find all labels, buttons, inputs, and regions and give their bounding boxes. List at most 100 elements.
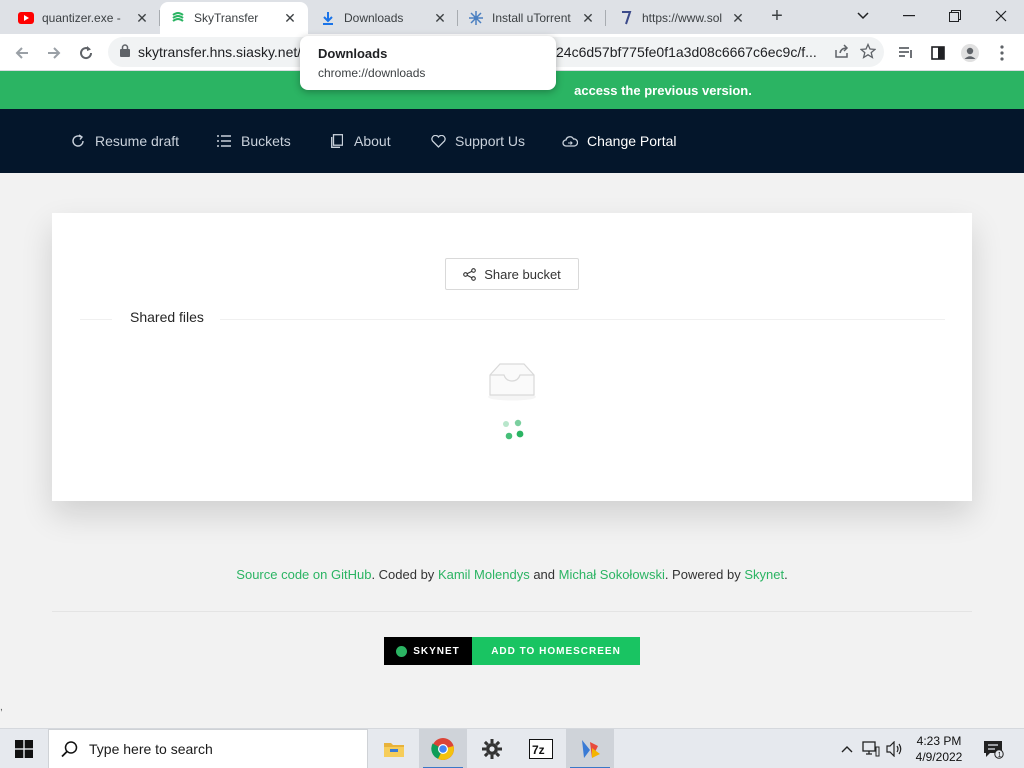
seven-zip-icon[interactable]: 7z <box>517 729 565 768</box>
nav-buckets[interactable]: Buckets <box>216 109 291 173</box>
skytransfer-icon <box>170 10 186 26</box>
skynet-link[interactable]: Skynet <box>744 567 784 582</box>
skynet-logo-icon <box>396 645 408 657</box>
tab-title: SkyTransfer <box>194 11 259 25</box>
tab-hover-card: Downloads chrome://downloads <box>300 36 556 90</box>
windows-taskbar: Type here to search 7z 4:23 PM 4/9/2022 … <box>0 728 1024 768</box>
side-panel-icon[interactable] <box>924 39 952 67</box>
heart-icon <box>430 133 446 149</box>
bucket-card: Share bucket Shared files <box>52 213 972 501</box>
tab-title: Downloads <box>344 11 404 25</box>
shared-files-divider: Shared files <box>80 309 945 331</box>
share-page-icon[interactable] <box>834 43 850 62</box>
restore-button[interactable] <box>932 0 978 32</box>
nav-label: Resume draft <box>95 133 180 149</box>
add-to-homescreen-label: ADD TO HOMESCREEN <box>491 645 621 657</box>
profile-avatar-icon[interactable] <box>956 39 984 67</box>
back-button[interactable] <box>8 39 36 67</box>
footer-credits: Source code on GitHub. Coded by Kamil Mo… <box>0 567 1024 582</box>
author-link-kamil[interactable]: Kamil Molendys <box>438 567 530 582</box>
nav-change-portal[interactable]: Change Portal <box>562 109 677 173</box>
browser-menu-icon[interactable] <box>988 39 1016 67</box>
close-tab-icon[interactable]: ✕ <box>134 10 150 26</box>
bookmark-star-icon[interactable] <box>859 42 877 62</box>
page-icon <box>618 10 634 26</box>
reload-button[interactable] <box>72 39 100 67</box>
close-tab-icon[interactable]: ✕ <box>730 10 746 26</box>
nav-support-us[interactable]: Support Us <box>430 109 525 173</box>
forward-button[interactable] <box>40 39 68 67</box>
taskbar-clock[interactable]: 4:23 PM 4/9/2022 <box>908 733 970 765</box>
nav-resume-draft[interactable]: Resume draft <box>70 109 179 173</box>
copy-icon <box>329 133 345 149</box>
reading-list-icon[interactable] <box>892 39 920 67</box>
page-mark: , <box>0 702 3 713</box>
clock-time: 4:23 PM <box>916 734 962 748</box>
nav-label: About <box>354 133 391 149</box>
tab-skytransfer[interactable]: SkyTransfer ✕ <box>160 2 308 34</box>
search-icon <box>61 740 79 758</box>
credits-text: . <box>784 567 788 582</box>
loading-spinner-icon <box>500 418 526 444</box>
site-nav: Resume draft Buckets About Support Us Ch… <box>0 109 1024 173</box>
download-icon <box>320 10 336 26</box>
taskbar-search-box[interactable]: Type here to search <box>48 729 368 768</box>
url-tail: 24c6d57bf775fe0f1a3d08c6667c6ec9c/f... <box>556 44 817 60</box>
credits-text: . Coded by <box>371 567 438 582</box>
skynet-badge-label: SKYNET <box>384 637 472 665</box>
youtube-icon <box>18 10 34 26</box>
refresh-icon <box>70 133 86 149</box>
tab-quantizer[interactable]: quantizer.exe - ✕ <box>8 2 160 34</box>
chrome-taskbar-icon[interactable] <box>419 729 467 768</box>
tab-title: Install uTorrent <box>492 11 571 25</box>
nav-label: Buckets <box>241 133 291 149</box>
close-tab-icon[interactable]: ✕ <box>580 10 596 26</box>
close-window-button[interactable] <box>978 0 1024 32</box>
tab-title: quantizer.exe - <box>42 11 121 25</box>
hover-card-title: Downloads <box>318 46 388 61</box>
close-tab-icon[interactable]: ✕ <box>432 10 448 26</box>
add-to-homescreen-button[interactable]: ADD TO HOMESCREEN <box>472 637 640 665</box>
start-button[interactable] <box>0 729 48 768</box>
nav-label: Change Portal <box>587 133 677 149</box>
new-tab-button[interactable]: + <box>766 6 788 28</box>
tab-utorrent[interactable]: Install uTorrent ✕ <box>458 2 606 34</box>
github-source-link[interactable]: Source code on GitHub <box>236 567 371 582</box>
nav-label: Support Us <box>455 133 526 149</box>
shared-files-heading: Shared files <box>130 309 204 325</box>
notification-center-icon[interactable]: 1 <box>978 729 1008 768</box>
volume-icon[interactable] <box>884 729 906 768</box>
share-bucket-label: Share bucket <box>484 266 561 282</box>
search-placeholder: Type here to search <box>89 741 213 757</box>
tab-downloads[interactable]: Downloads ✕ <box>310 2 458 34</box>
clock-date: 4/9/2022 <box>915 750 963 764</box>
skynet-homescreen-badge[interactable]: SKYNET ADD TO HOMESCREEN <box>384 637 640 665</box>
banner-text[interactable]: access the previous version. <box>574 83 752 98</box>
share-icon <box>463 267 477 281</box>
utorrent-icon <box>468 10 484 26</box>
list-icon <box>216 133 232 149</box>
tab-sol[interactable]: https://www.sol ✕ <box>608 2 756 34</box>
show-hidden-icons-chevron-icon[interactable] <box>836 729 858 768</box>
windows-logo-icon <box>15 740 33 758</box>
browser-tab-strip: quantizer.exe - ✕ SkyTransfer ✕ Download… <box>0 0 1024 34</box>
app-taskbar-icon[interactable] <box>566 729 614 768</box>
close-tab-icon[interactable]: ✕ <box>282 10 298 26</box>
minimize-button[interactable] <box>886 0 932 32</box>
empty-inbox-icon <box>486 361 538 406</box>
tab-title: https://www.sol <box>642 11 723 25</box>
author-link-michal[interactable]: Michał Sokołowski <box>559 567 665 582</box>
credits-text: . Powered by <box>664 567 745 582</box>
footer-divider <box>52 611 972 612</box>
url-host: skytransfer.hns.siasky.net/ <box>138 44 302 60</box>
tab-search-icon[interactable] <box>840 0 886 32</box>
lock-icon <box>120 44 130 60</box>
svg-text:7z: 7z <box>532 743 545 757</box>
settings-gear-icon[interactable] <box>468 729 516 768</box>
hover-card-url: chrome://downloads <box>318 66 426 80</box>
skynet-badge-text: SKYNET <box>413 645 460 657</box>
file-explorer-icon[interactable] <box>370 729 418 768</box>
nav-about[interactable]: About <box>329 109 391 173</box>
share-bucket-button[interactable]: Share bucket <box>445 258 579 290</box>
network-icon[interactable] <box>860 729 882 768</box>
